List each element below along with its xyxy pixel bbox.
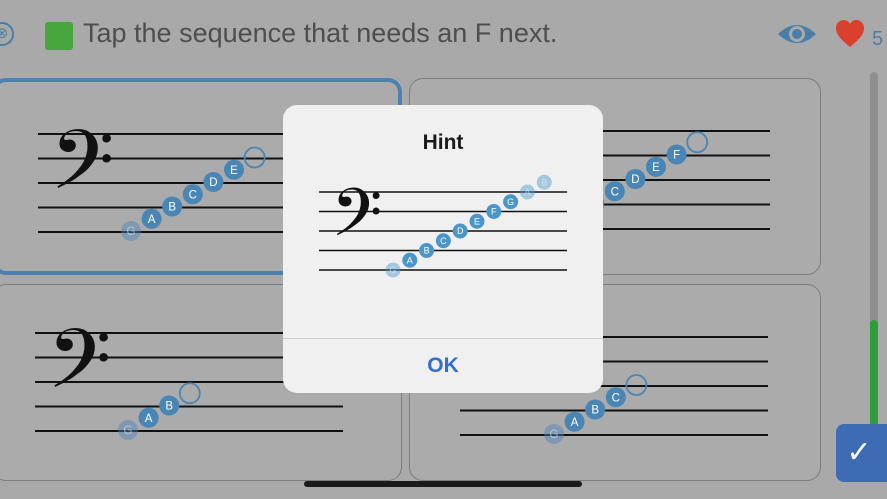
bass-clef-icon: 𝄢 xyxy=(331,175,382,268)
top-bar: ⊗ Tap the sequence that needs an F next.… xyxy=(0,0,887,72)
question-prompt: Tap the sequence that needs an F next. xyxy=(83,18,558,48)
note-label: C xyxy=(189,189,197,201)
target-note-circle xyxy=(178,382,201,405)
hint-staff: 𝄢GABCDEFGAB xyxy=(319,175,567,278)
close-icon[interactable]: ⊗ xyxy=(0,22,14,46)
bass-clef-icon: 𝄢 xyxy=(47,311,112,428)
note-label: B xyxy=(168,202,176,214)
note-label: G xyxy=(389,265,396,275)
note-label: E xyxy=(652,162,660,174)
note-label: C xyxy=(440,236,447,246)
note-label: A xyxy=(407,255,413,265)
note-label: D xyxy=(457,226,464,236)
note-label: C xyxy=(611,186,619,198)
note-label: F xyxy=(673,150,680,162)
home-indicator xyxy=(304,481,582,487)
note-label: G xyxy=(507,197,514,207)
note-label: B xyxy=(591,405,599,417)
note-label: B xyxy=(424,246,430,256)
eye-icon[interactable] xyxy=(776,18,818,50)
note-label: E xyxy=(474,216,480,226)
note-label: G xyxy=(127,226,136,238)
target-note-circle xyxy=(686,131,709,154)
note-label: A xyxy=(571,417,579,429)
modal-title: Hint xyxy=(422,131,464,154)
note-label: C xyxy=(612,392,620,404)
lives-count: 5 xyxy=(872,28,884,50)
check-button[interactable]: ✓ xyxy=(836,424,887,482)
note-label: F xyxy=(491,207,497,217)
note-label: A xyxy=(524,187,530,197)
note-label: A xyxy=(148,214,156,226)
progress-fill xyxy=(870,320,878,428)
heart-icon xyxy=(836,20,864,47)
hint-modal: Hint 𝄢 G A B C D E F G A B OK xyxy=(283,105,603,393)
note-label: E xyxy=(230,165,238,177)
bass-clef-icon: 𝄢 xyxy=(50,112,115,229)
note-label: G xyxy=(124,425,133,437)
note-label: G xyxy=(550,429,559,441)
note-label: B xyxy=(165,401,173,413)
note-label: D xyxy=(631,174,639,186)
note-label: D xyxy=(209,177,217,189)
ok-button[interactable]: OK xyxy=(283,339,603,393)
note-label: B xyxy=(541,177,547,187)
status-square xyxy=(45,22,73,50)
note-label: A xyxy=(145,413,153,425)
